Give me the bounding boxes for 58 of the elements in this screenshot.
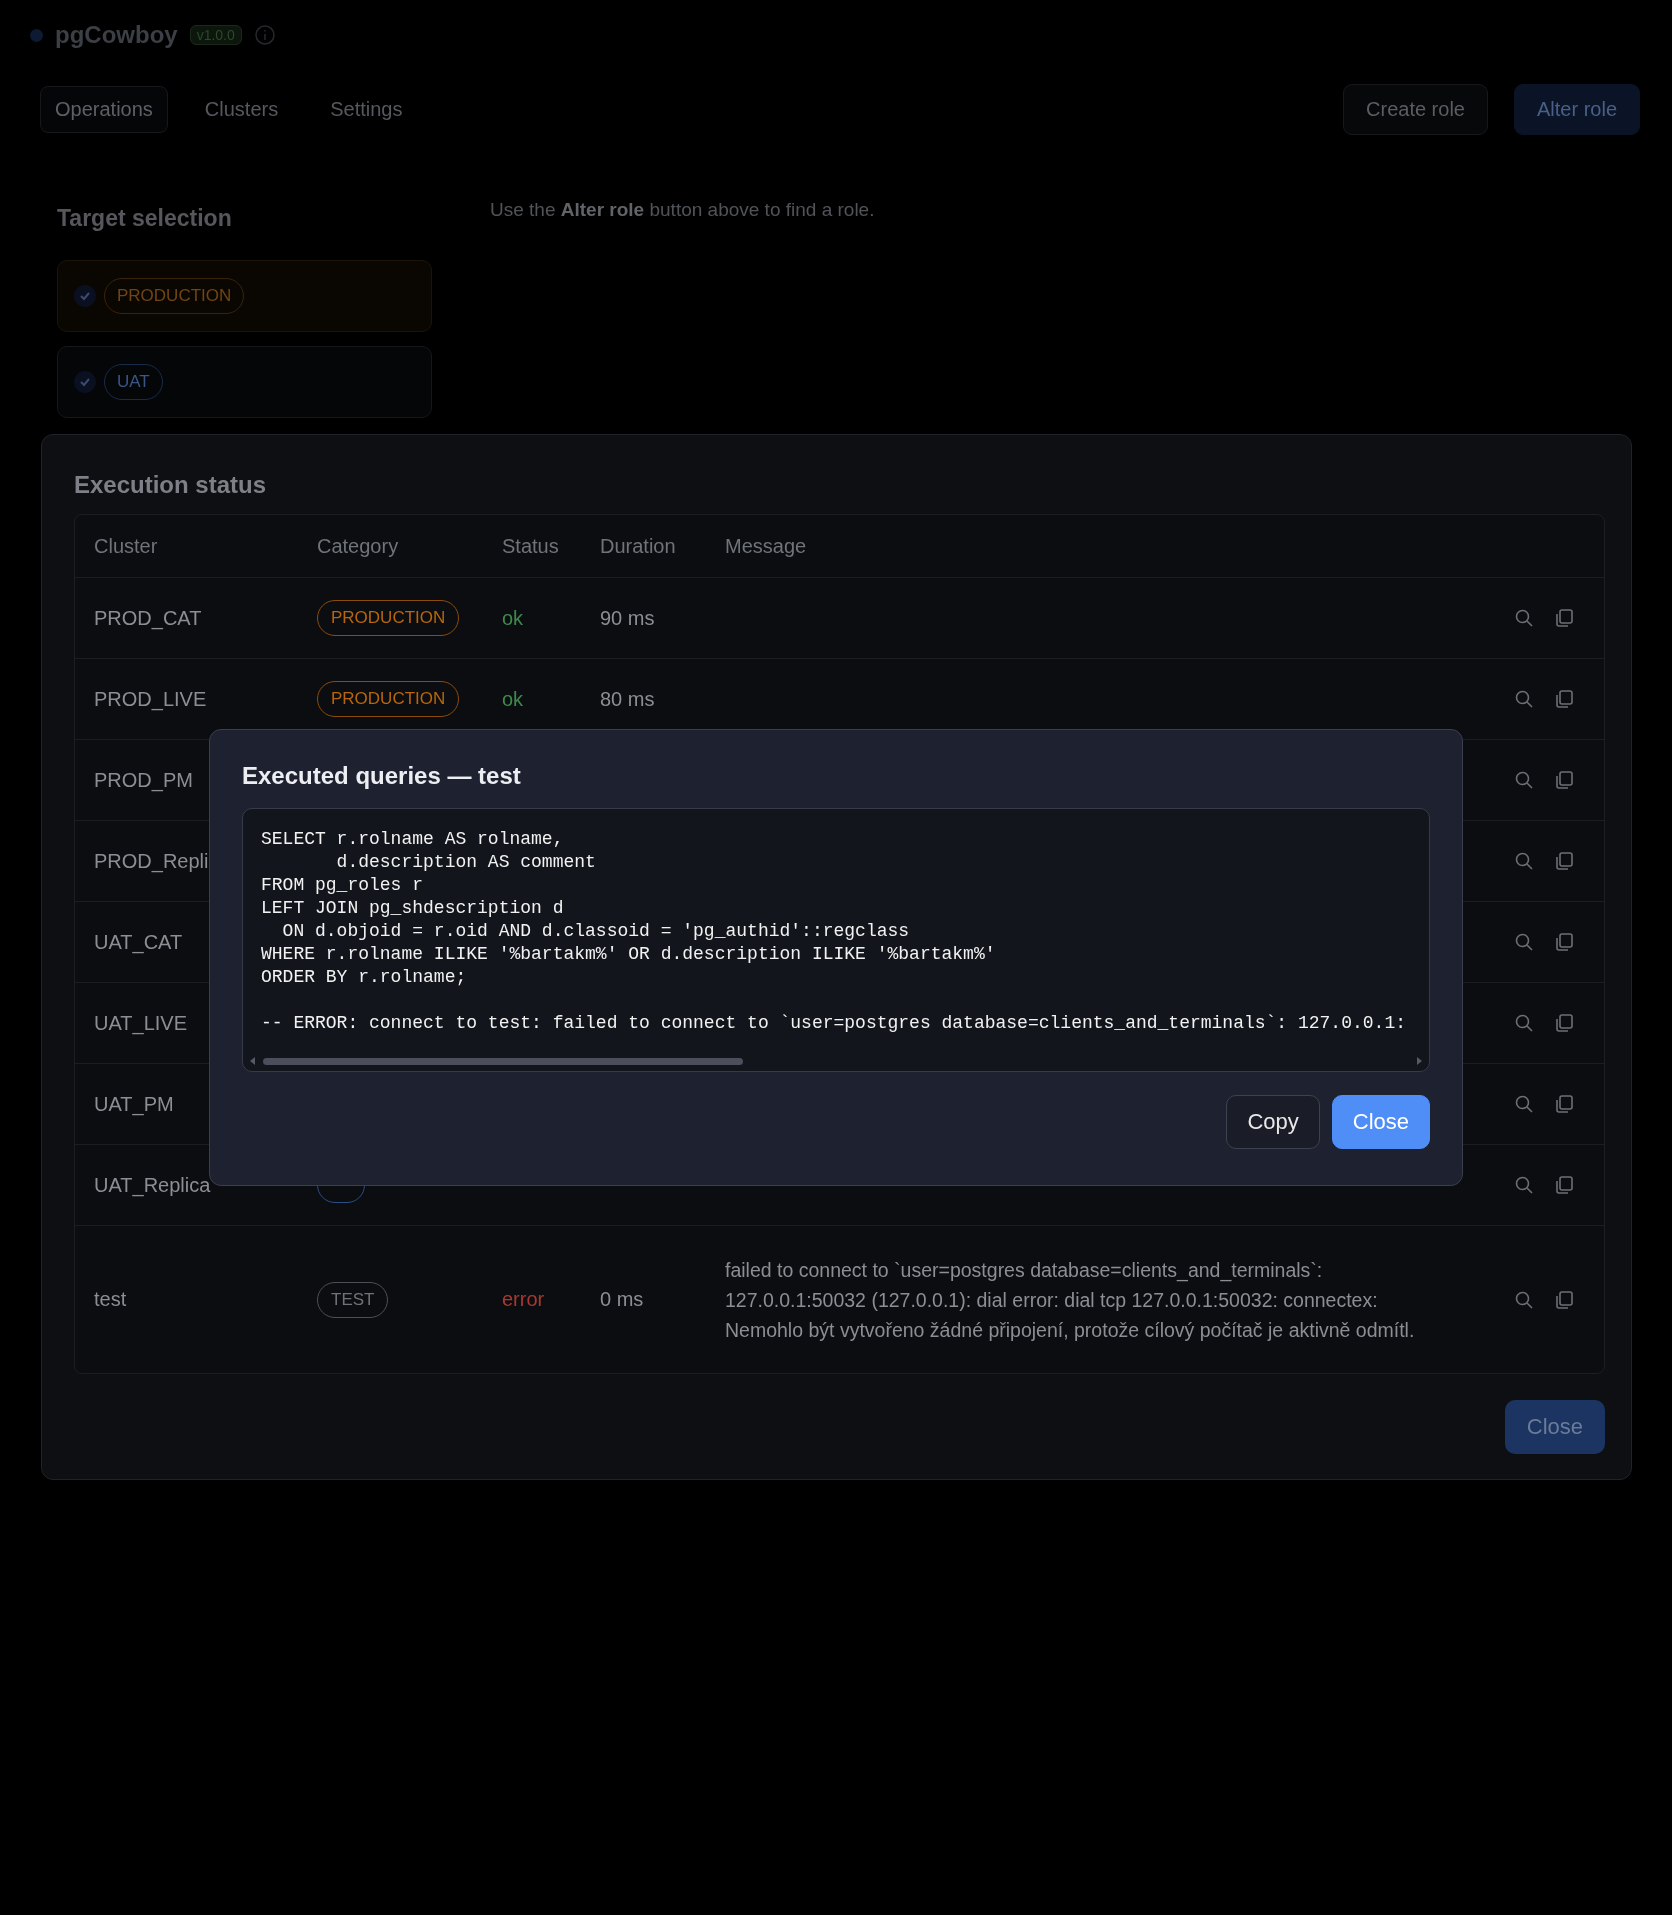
search-icon[interactable]: [1514, 608, 1534, 628]
create-role-button[interactable]: Create role: [1343, 83, 1488, 135]
search-icon[interactable]: [1514, 851, 1534, 871]
cluster-name: PROD_CAT: [94, 606, 202, 630]
checkbox[interactable]: [74, 371, 96, 393]
cluster-name: PROD_PM: [94, 768, 193, 792]
column-header: Status: [502, 534, 560, 558]
cluster-name: PROD_Repli: [94, 849, 209, 873]
copy-icon[interactable]: [1554, 1175, 1574, 1195]
tab[interactable]: Settings: [315, 85, 418, 133]
target-card[interactable]: UAT: [57, 346, 432, 418]
cluster-name: UAT_CAT: [94, 930, 183, 954]
copy-icon[interactable]: [1554, 689, 1574, 709]
search-icon[interactable]: [1514, 689, 1534, 709]
alter-role-button[interactable]: Alter role: [1513, 83, 1640, 135]
status-dot: [30, 28, 43, 42]
section-title: Target selection: [57, 205, 233, 232]
checkbox[interactable]: [74, 285, 96, 307]
cluster-name: test: [94, 1288, 127, 1311]
app-name: pgCowboy: [55, 21, 178, 49]
tab[interactable]: Clusters: [189, 85, 294, 133]
panel-title: Execution status: [74, 471, 268, 499]
copy-icon[interactable]: [1554, 770, 1574, 790]
search-icon[interactable]: [1514, 1013, 1534, 1033]
cluster-name: UAT_PM: [94, 1092, 174, 1116]
copy-icon[interactable]: [1554, 1094, 1574, 1114]
search-icon[interactable]: [1514, 1289, 1534, 1310]
cluster-name: UAT_LIVE: [94, 1011, 187, 1035]
close-button[interactable]: Close: [1504, 1400, 1605, 1454]
duration-cell: 0 ms: [600, 1288, 644, 1311]
cluster-name: UAT_Replica: [94, 1173, 211, 1197]
status-text: ok: [502, 687, 524, 711]
cluster-name: PROD_LIVE: [94, 687, 207, 711]
search-icon[interactable]: [1514, 1094, 1534, 1114]
search-icon[interactable]: [1514, 932, 1534, 952]
close-button[interactable]: Close: [1331, 1095, 1430, 1149]
copy-icon[interactable]: [1554, 932, 1574, 952]
copy-button[interactable]: Copy: [1226, 1095, 1320, 1149]
message-text: failed to connect to `user=postgres database=clients_and_terminals`: 127.0.0.1:50032 (127.0.0.1): dial error: dial tcp 127.0.0.1:50032: connectex: Nemohlo být vytvořeno žádné připojení, protože cílový počítač je aktivně odmítl.: [725, 1257, 1416, 1343]
status-text: ok: [502, 606, 524, 630]
hint-text: Use the Alter role button above to find a role.: [490, 199, 875, 222]
dialog-title: Executed queries — test: [242, 762, 522, 790]
column-header: Message: [725, 534, 808, 558]
search-icon[interactable]: [1514, 770, 1534, 790]
duration-cell: 80 ms: [600, 687, 655, 711]
tab[interactable]: Operations: [40, 85, 168, 133]
column-header: Cluster: [94, 534, 159, 558]
copy-icon[interactable]: [1554, 1289, 1574, 1310]
copy-icon[interactable]: [1554, 851, 1574, 871]
target-card[interactable]: PRODUCTION: [57, 260, 432, 332]
search-icon[interactable]: [1514, 1175, 1534, 1195]
column-header: Duration: [600, 534, 677, 558]
copy-icon[interactable]: [1554, 1013, 1574, 1033]
query-code: SELECT r.rolname AS rolname, d.description AS comment FROM pg_roles r LEFT JOIN pg_shdescription d ON d.objoid = r.oid AND d.classoid = 'pg_authid'::regclass WHERE r.rolname ILIKE '%bartakm%' OR d.description ILIKE '%bartakm%' ORDER BY r.rolname; -- ERROR: connect to test: failed to connect to `user=postgres database=clients_and_terminals`: 127.0.0.1:: [261, 828, 1407, 1035]
column-header: Category: [317, 534, 400, 558]
duration-cell: 90 ms: [600, 606, 655, 630]
copy-icon[interactable]: [1554, 608, 1574, 628]
status-text: error: [502, 1288, 545, 1311]
